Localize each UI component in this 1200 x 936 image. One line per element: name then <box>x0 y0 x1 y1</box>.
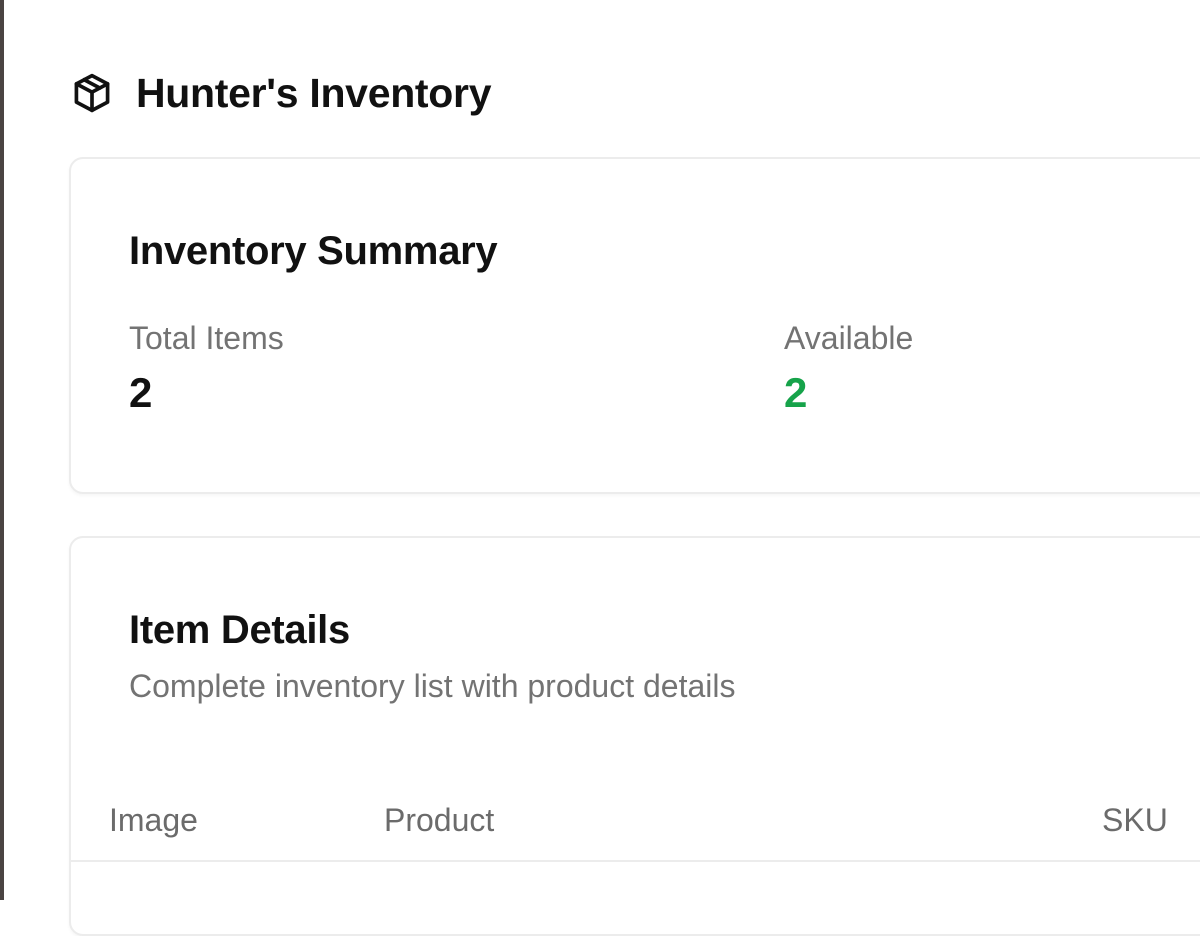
total-items-label: Total Items <box>129 320 284 356</box>
inventory-page: Hunter's Inventory Inventory Summary Tot… <box>0 0 1200 936</box>
column-header-sku[interactable]: SKU <box>1102 802 1168 839</box>
package-icon <box>70 71 114 115</box>
column-header-product[interactable]: Product <box>384 802 494 839</box>
total-items-value: 2 <box>129 369 153 416</box>
column-header-image[interactable]: Image <box>109 802 198 839</box>
table-header-row: Image Product SKU <box>71 778 1200 862</box>
summary-title: Inventory Summary <box>129 229 498 273</box>
total-items-stat: Total Items 2 <box>129 319 284 423</box>
details-subtitle: Complete inventory list with product det… <box>129 668 736 704</box>
available-label: Available <box>784 320 914 356</box>
item-details-card: Item Details Complete inventory list wit… <box>69 536 1200 936</box>
available-value: 2 <box>784 369 808 416</box>
page-title: Hunter's Inventory <box>136 69 492 116</box>
available-stat: Available 2 <box>784 319 913 423</box>
page-header: Hunter's Inventory <box>70 66 492 120</box>
details-title: Item Details <box>129 608 350 652</box>
inventory-summary-card: Inventory Summary Total Items 2 Availabl… <box>69 157 1200 494</box>
